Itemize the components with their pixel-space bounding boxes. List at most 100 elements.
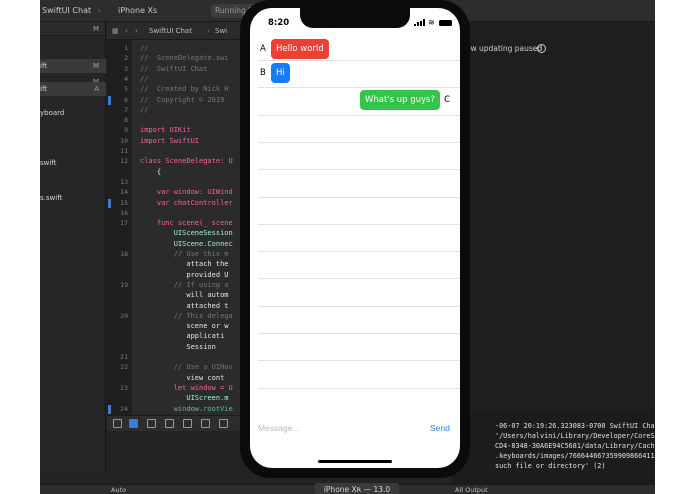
hide-debug-area-icon[interactable]	[113, 419, 122, 428]
navigator-file-row[interactable]: s.swift	[40, 191, 106, 205]
bottom-bar: Auto iPhone Xʀ — 13.0 All Output	[40, 483, 655, 494]
message-sender: B	[260, 68, 266, 78]
destination-menu[interactable]: iPhone Xs	[118, 4, 157, 18]
console-line: such file or directory' (2)	[495, 462, 606, 470]
message-sender: A	[260, 44, 266, 54]
line-number: 10	[120, 136, 128, 145]
change-marker	[108, 198, 111, 208]
line-number: 17	[120, 219, 128, 228]
line-number: 3	[124, 64, 128, 73]
code-line: func scene(_ scene	[140, 219, 233, 228]
line-number: 24	[120, 404, 128, 413]
breakpoints-icon[interactable]	[129, 419, 138, 428]
step-over-icon[interactable]	[165, 419, 174, 428]
message-bubble[interactable]: Hi	[271, 63, 290, 83]
breadcrumb-project[interactable]: SwiftUI Chat	[149, 22, 192, 40]
code-line: applicati	[140, 332, 225, 341]
line-number: 16	[120, 208, 128, 217]
code-line: provided U	[140, 270, 229, 279]
grid-icon[interactable]: ▦	[112, 22, 119, 40]
code-line: {	[140, 167, 162, 176]
scm-status-badge: A	[94, 85, 99, 93]
console-line: -06-07 20:19:26.323083-0700 SwiftUI Chat…	[495, 422, 655, 430]
pause-icon[interactable]	[147, 419, 156, 428]
code-line: // SwiftUI Chat	[140, 64, 208, 73]
auto-menu[interactable]: Auto	[111, 486, 126, 494]
battery-icon	[439, 20, 452, 26]
line-number: 2	[124, 54, 128, 63]
console-line: CD4-8348-30A6E94C5681/data/Library/Cache…	[495, 442, 655, 450]
console-output[interactable]: -06-07 20:19:26.323083-0700 SwiftUI Chat…	[452, 412, 655, 484]
line-number: 6	[124, 95, 128, 104]
wifi-icon: ≋	[428, 18, 435, 27]
console-line: '/Users/halvini/Library/Developer/CoreSi…	[495, 432, 655, 440]
code-line: //	[140, 44, 149, 52]
phone-screen: 8:20 ≋ A Hello world B Hi C What's up guys? S…	[250, 8, 460, 468]
home-indicator	[318, 460, 392, 463]
list-separator	[258, 305, 460, 307]
code-line: UIScene.Connec	[140, 239, 233, 248]
navigator-file-row[interactable]: M	[40, 22, 106, 36]
list-separator	[258, 387, 460, 389]
line-number: 8	[124, 116, 128, 125]
message-input[interactable]	[258, 421, 408, 435]
line-number: 15	[120, 198, 128, 207]
preview-device-selector[interactable]: iPhone Xʀ — 13.0	[315, 483, 399, 494]
file-name: s.swift	[40, 194, 63, 202]
step-in-icon[interactable]	[183, 419, 192, 428]
list-separator	[258, 333, 460, 334]
list-separator	[258, 87, 460, 89]
line-number: 14	[120, 188, 128, 197]
code-line: Session	[140, 342, 216, 351]
line-number: 7	[124, 105, 128, 114]
step-out-icon[interactable]	[201, 419, 210, 428]
scheme-label: SwiftUI Chat	[42, 6, 92, 15]
chevron-right-icon: ›	[207, 27, 210, 35]
navigator-file-row[interactable]: swift	[40, 156, 106, 170]
line-number: 12	[120, 157, 128, 166]
breadcrumb-file[interactable]: Swi	[215, 22, 227, 40]
info-icon[interactable]: i	[537, 44, 546, 53]
code-line: view cont	[140, 373, 225, 382]
line-number: 9	[124, 126, 128, 135]
output-filter[interactable]: All Output	[455, 486, 488, 494]
code-line: // Copyright © 2019	[140, 95, 225, 104]
list-separator	[258, 278, 460, 280]
code-line: import SwiftUI	[140, 136, 200, 145]
navigator-file-row[interactable]: ift A	[40, 82, 106, 96]
forward-icon[interactable]: ›	[135, 22, 138, 40]
line-number: 19	[120, 280, 128, 289]
message-bubble[interactable]: Hello world	[271, 39, 329, 59]
message-bubble[interactable]: What's up guys?	[359, 90, 440, 110]
device-label: iPhone Xs	[118, 6, 158, 15]
file-name: ift	[40, 85, 48, 93]
line-number: 1	[124, 44, 128, 52]
message-sender: C	[444, 95, 450, 105]
back-icon[interactable]: ‹	[125, 22, 128, 40]
list-separator	[258, 114, 460, 116]
send-button[interactable]: Send	[430, 421, 450, 435]
code-line: scene or w	[140, 322, 229, 331]
file-name: swift	[40, 159, 57, 167]
line-number-gutter: 1 2 3 4 5 6 7 8 9 10 11 12 13 14 15 16 17 18 19 20 21 22 23 24	[107, 40, 132, 415]
line-number: 5	[124, 85, 128, 94]
scm-status-badge: M	[92, 62, 99, 70]
console-line: .keyboards/images/7666446673599098664116…	[495, 452, 655, 460]
code-line: // This delega	[140, 311, 233, 320]
code-line: // Created by Nick H	[140, 85, 229, 94]
code-line: var chatController	[140, 198, 233, 207]
scm-status-badge: M	[92, 25, 99, 33]
view-debugger-icon[interactable]	[219, 419, 228, 428]
navigator-file-row[interactable]: ift M	[40, 59, 106, 73]
chevron-right-icon: ›	[97, 6, 101, 15]
line-number: 20	[120, 311, 128, 320]
code-line: import UIKit	[140, 126, 191, 135]
line-number: 11	[120, 147, 128, 155]
scheme-menu[interactable]: SwiftUI Chat ›	[42, 4, 105, 18]
code-line: // If using a	[140, 280, 229, 289]
list-separator	[258, 223, 460, 225]
navigator-file-row[interactable]: yboard	[40, 106, 106, 120]
iphone-simulator: 8:20 ≋ A Hello world B Hi C What's up guys? S…	[240, 0, 470, 478]
phone-notch	[300, 8, 410, 28]
list-separator	[258, 360, 460, 362]
